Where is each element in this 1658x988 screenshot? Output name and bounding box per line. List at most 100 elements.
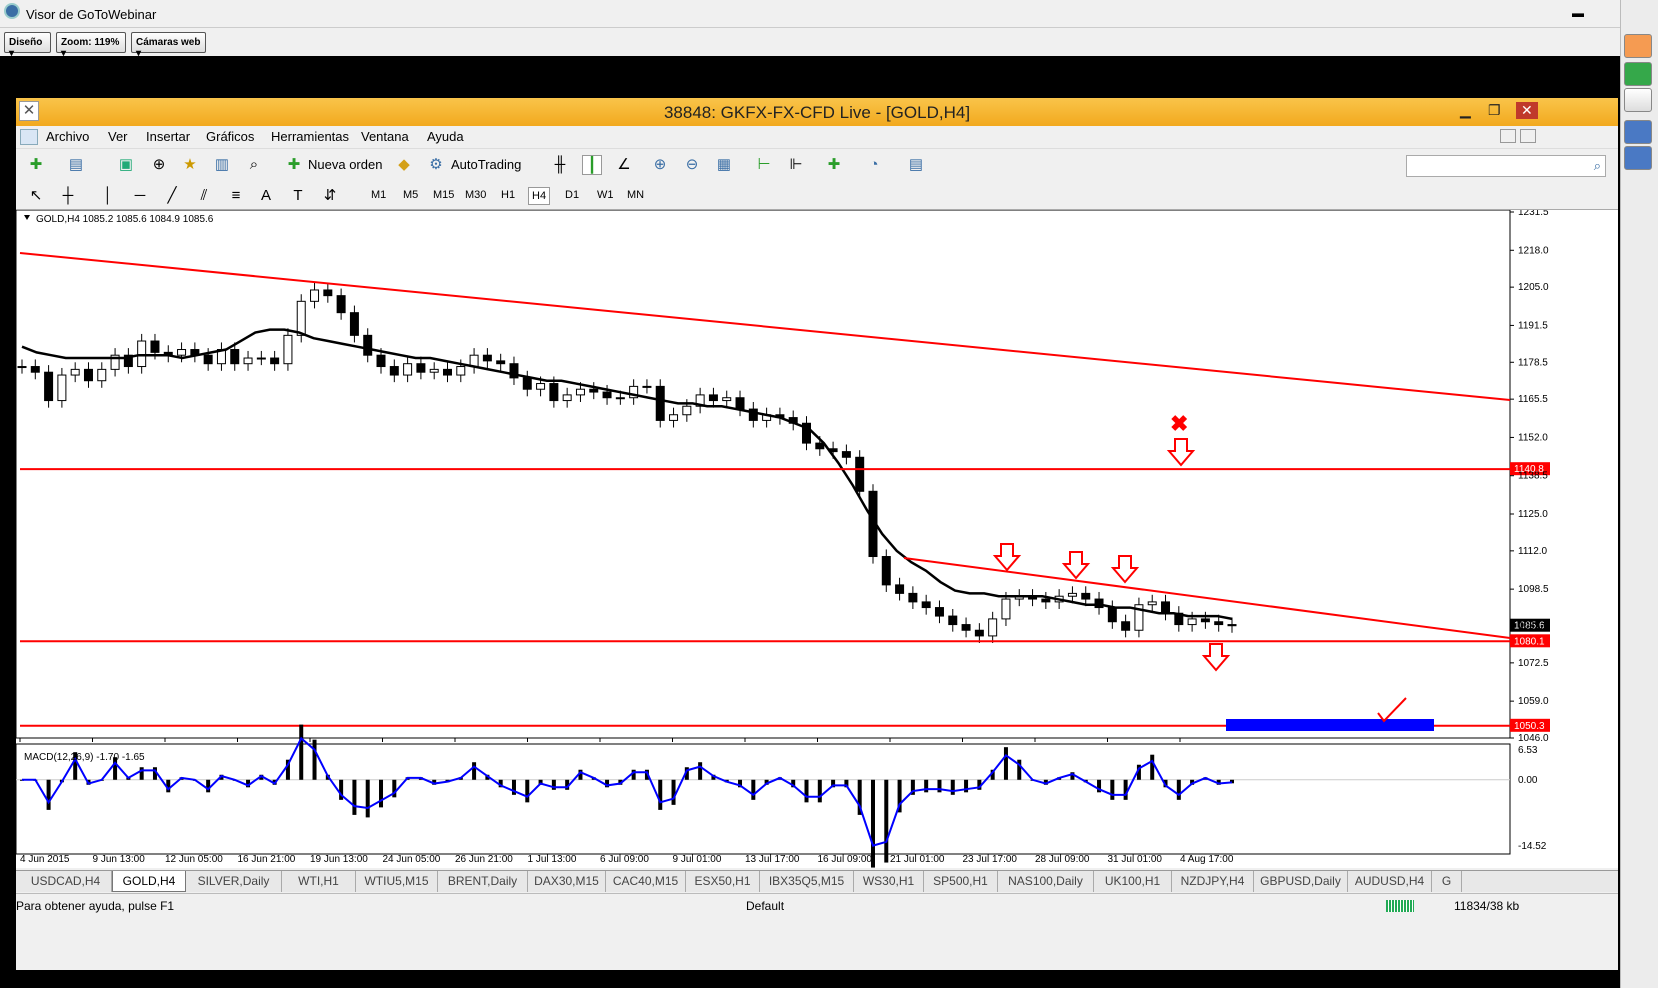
layout-dropdown[interactable]: Diseño ▾ xyxy=(4,32,51,59)
minimize-icon[interactable]: ▬ xyxy=(1572,6,1584,20)
candlestick-icon[interactable]: ┃ xyxy=(582,155,602,175)
fibonacci-icon[interactable]: ≡ xyxy=(226,186,246,206)
tile-windows-icon[interactable]: ▦ xyxy=(714,155,734,175)
tf-h1[interactable]: H1 xyxy=(498,187,518,203)
menu-ayuda[interactable]: Ayuda xyxy=(427,129,464,144)
autotrading-icon[interactable]: ⚙ xyxy=(426,155,446,175)
menu-graficos[interactable]: Gráficos xyxy=(206,129,254,144)
templates-icon[interactable]: ▤ xyxy=(906,155,926,175)
market-watch-icon[interactable]: ▣ xyxy=(116,155,136,175)
auto-scroll-icon[interactable]: ⊢ xyxy=(754,155,774,175)
trendline-icon[interactable]: ╱ xyxy=(162,186,182,206)
tf-m15[interactable]: M15 xyxy=(430,187,457,203)
symbol-tab[interactable]: NAS100,Daily xyxy=(998,871,1094,892)
symbol-tab[interactable]: BRENT,Daily xyxy=(438,871,528,892)
candle-body xyxy=(682,405,692,416)
tf-m5[interactable]: M5 xyxy=(400,187,421,203)
view-icon[interactable] xyxy=(1624,146,1652,170)
bar-chart-icon[interactable]: ╫ xyxy=(550,155,570,175)
webcam-icon[interactable] xyxy=(1624,88,1652,112)
indicators-icon[interactable]: ✚ xyxy=(824,155,844,175)
chart-area[interactable]: 1140.8 1080.1 1050.3 1085.6 ✖ 1231.5 1218.0 1… xyxy=(15,207,1618,868)
arrows-icon[interactable]: ⇵ xyxy=(320,186,340,206)
cursor-icon[interactable]: ↖ xyxy=(26,186,46,206)
tf-d1[interactable]: D1 xyxy=(562,187,582,203)
symbol-tab[interactable]: SILVER,Daily xyxy=(186,871,282,892)
symbol-tab[interactable]: WTI,H1 xyxy=(282,871,356,892)
price-chart[interactable]: 1140.81080.11050.31085.6 ✖ 1231.51218.01… xyxy=(15,207,1618,868)
microphone-icon[interactable] xyxy=(1624,62,1652,86)
data-window-icon[interactable]: ⊕ xyxy=(149,155,169,175)
tf-w1[interactable]: W1 xyxy=(594,187,617,203)
x-tick-label: 19 Jun 13:00 xyxy=(310,854,368,865)
symbol-tab[interactable]: DAX30,M15 xyxy=(528,871,606,892)
symbol-tab[interactable]: GBPUSD,Daily xyxy=(1254,871,1348,892)
new-order-icon[interactable]: ✚ xyxy=(284,155,304,175)
new-order-button[interactable]: Nueva orden xyxy=(308,157,382,172)
macd-bar xyxy=(924,779,929,793)
profiles-icon[interactable]: ▤ xyxy=(66,155,86,175)
child-minimize-icon[interactable] xyxy=(1500,129,1516,143)
arrow-icon[interactable] xyxy=(1624,34,1652,58)
symbol-tab[interactable]: GOLD,H4 xyxy=(112,871,186,892)
webcams-dropdown[interactable]: Cámaras web ▾ xyxy=(131,32,206,59)
crosshair-icon[interactable]: ┼ xyxy=(58,186,78,206)
zoom-dropdown[interactable]: Zoom: 119% ▾ xyxy=(56,32,126,59)
search-input[interactable]: ⌕ xyxy=(1406,155,1606,177)
symbol-tab[interactable]: AUDUSD,H4 xyxy=(1348,871,1432,892)
symbol-tab[interactable]: ESX50,H1 xyxy=(686,871,760,892)
text-icon[interactable]: A xyxy=(256,186,276,206)
candle-body xyxy=(549,383,559,402)
autotrading-button[interactable]: AutoTrading xyxy=(451,157,521,172)
vertical-line-icon[interactable]: │ xyxy=(98,186,118,206)
y-tick-label: 1191.5 xyxy=(1518,320,1548,331)
symbol-tab[interactable]: CAC40,M15 xyxy=(606,871,686,892)
channel-icon[interactable]: ⫽ xyxy=(194,186,214,206)
menu-insertar[interactable]: Insertar xyxy=(146,129,190,144)
macd-bar xyxy=(312,739,317,780)
symbol-tab[interactable]: WS30,H1 xyxy=(854,871,924,892)
mt-restore-icon[interactable]: ❐ xyxy=(1488,102,1501,119)
mt-toolbar-standard: ✚ ▤ ▣ ⊕ ★ ▥ ⌕ ✚ Nueva orden ◆ ⚙ AutoTrad… xyxy=(16,148,1618,180)
tf-m30[interactable]: M30 xyxy=(462,187,489,203)
horizontal-line-icon[interactable]: ─ xyxy=(130,186,150,206)
menu-ver[interactable]: Ver xyxy=(108,129,128,144)
text-label-icon[interactable]: T xyxy=(288,186,308,206)
mt-menubar: Archivo Ver Insertar Gráficos Herramient… xyxy=(16,126,1618,148)
plot-frame xyxy=(15,209,1511,739)
tf-mn[interactable]: MN xyxy=(624,187,647,203)
mt-close-icon[interactable]: ✕ xyxy=(1516,102,1538,119)
chart-window-icon[interactable] xyxy=(20,129,38,145)
viewer-toolbar: Diseño ▾ Zoom: 119% ▾ Cámaras web ▾ xyxy=(0,28,1620,59)
symbol-tab[interactable]: UK100,H1 xyxy=(1094,871,1172,892)
screen-icon[interactable] xyxy=(1624,120,1652,144)
macd-bar xyxy=(751,779,756,800)
mt-toolbar-line-studies: ↖ ┼ │ ─ ╱ ⫽ ≡ A T ⇵ M1 M5 M15 M30 H1 H4 … xyxy=(16,180,1618,210)
terminal-icon[interactable]: ▥ xyxy=(212,155,232,175)
candle-body xyxy=(363,334,373,356)
tf-h4[interactable]: H4 xyxy=(528,187,551,205)
tester-icon[interactable]: ⌕ xyxy=(244,155,264,175)
navigator-icon[interactable]: ★ xyxy=(180,155,200,175)
tf-m1[interactable]: M1 xyxy=(368,187,389,203)
x-tick-label: 31 Jul 01:00 xyxy=(1108,854,1163,865)
menu-ventana[interactable]: Ventana xyxy=(361,129,409,144)
new-chart-icon[interactable]: ✚ xyxy=(26,155,46,175)
child-restore-icon[interactable] xyxy=(1520,129,1536,143)
zoom-out-icon[interactable]: ⊖ xyxy=(682,155,702,175)
zoom-in-icon[interactable]: ⊕ xyxy=(650,155,670,175)
metaeditor-icon[interactable]: ◆ xyxy=(394,155,414,175)
menu-herramientas[interactable]: Herramientas xyxy=(271,129,349,144)
symbol-tab[interactable]: WTIU5,M15 xyxy=(356,871,438,892)
line-chart-icon[interactable]: ∠ xyxy=(614,155,634,175)
mt-minimize-icon[interactable]: ▁ xyxy=(1460,102,1471,119)
macd-bar xyxy=(352,779,357,815)
symbol-tab[interactable]: USDCAD,H4 xyxy=(20,871,112,892)
symbol-tab[interactable]: G xyxy=(1432,871,1462,892)
symbol-tab[interactable]: NZDJPY,H4 xyxy=(1172,871,1254,892)
periods-icon[interactable]: ◔ xyxy=(864,155,884,175)
menu-archivo[interactable]: Archivo xyxy=(46,129,89,144)
chart-shift-icon[interactable]: ⊩ xyxy=(786,155,806,175)
symbol-tab[interactable]: SP500,H1 xyxy=(924,871,998,892)
symbol-tab[interactable]: IBX35Q5,M15 xyxy=(760,871,854,892)
